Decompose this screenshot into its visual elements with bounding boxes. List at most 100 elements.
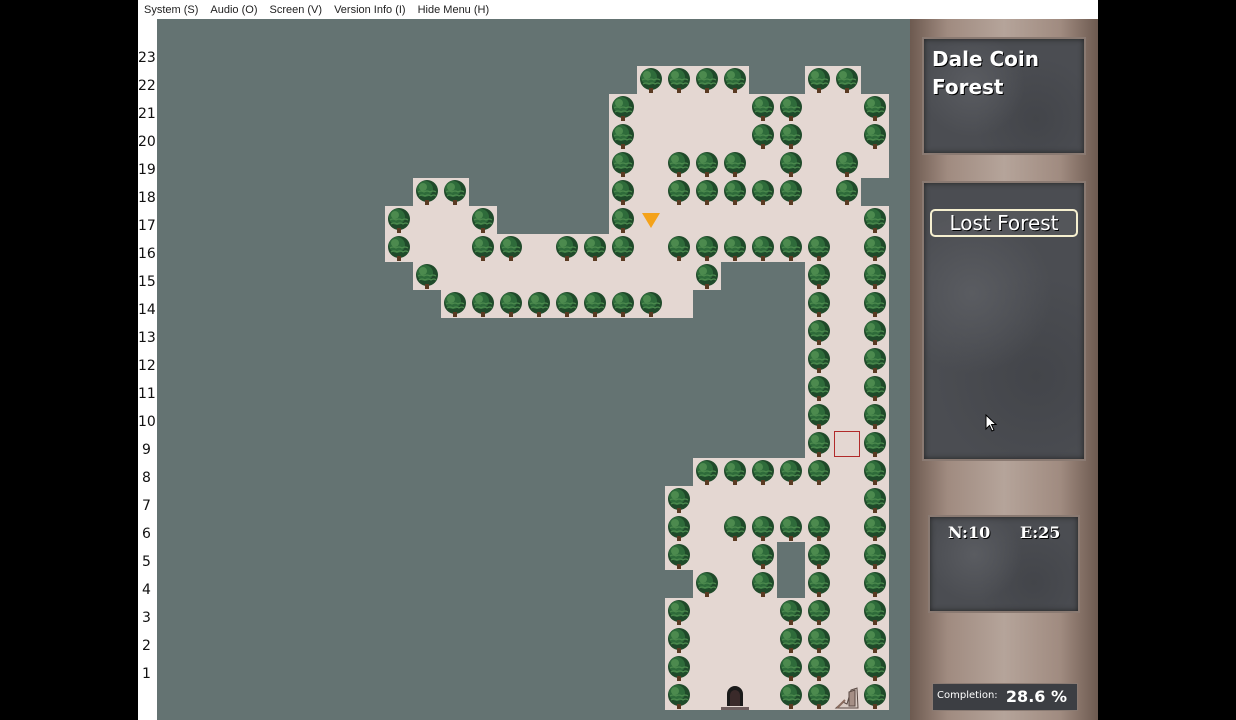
tree-icon <box>861 402 889 430</box>
tree-icon <box>525 290 553 318</box>
tree-icon <box>833 178 861 206</box>
tree-icon <box>665 542 693 570</box>
tree-icon <box>861 542 889 570</box>
area-name: Dale Coin Forest <box>932 47 1039 99</box>
tree-icon <box>721 234 749 262</box>
row-label: 16 <box>138 246 156 262</box>
tree-icon <box>805 542 833 570</box>
tree-icon <box>693 458 721 486</box>
tree-icon <box>777 514 805 542</box>
tree-icon <box>469 234 497 262</box>
row-label: 4 <box>142 582 151 598</box>
tree-icon <box>693 150 721 178</box>
floor-list-box: Lost Forest <box>922 181 1086 461</box>
menu-audio[interactable]: Audio (O) <box>204 4 263 16</box>
cursor-box[interactable] <box>834 431 860 457</box>
row-label: 13 <box>138 330 156 346</box>
tree-icon <box>609 290 637 318</box>
tree-icon <box>581 290 609 318</box>
row-label: 23 <box>138 50 156 66</box>
dungeon-map[interactable]: 23 22 21 20 19 18 17 16 15 14 13 12 11 10 9 8 7 6 5 4 3 2 1 <box>138 19 910 720</box>
tree-icon <box>497 234 525 262</box>
row-label: 20 <box>138 134 156 150</box>
tree-icon <box>609 94 637 122</box>
tree-icon <box>721 178 749 206</box>
north-coordinate: N:10 <box>948 523 991 542</box>
tree-icon <box>805 430 833 458</box>
tree-icon <box>749 542 777 570</box>
tree-icon <box>497 290 525 318</box>
menu-version-info[interactable]: Version Info (I) <box>328 4 412 16</box>
tree-icon <box>721 66 749 94</box>
tree-icon <box>441 178 469 206</box>
tree-icon <box>805 234 833 262</box>
tree-icon <box>665 598 693 626</box>
floor-tile <box>413 262 721 290</box>
tree-icon <box>721 458 749 486</box>
tree-icon <box>637 66 665 94</box>
tree-icon <box>861 262 889 290</box>
tree-icon <box>609 206 637 234</box>
tree-icon <box>553 234 581 262</box>
east-coordinate: E:25 <box>1020 523 1061 542</box>
row-label: 2 <box>142 638 151 654</box>
tree-icon <box>693 570 721 598</box>
floor-tile <box>665 486 889 514</box>
tree-icon <box>861 570 889 598</box>
tree-icon <box>861 486 889 514</box>
tree-icon <box>861 346 889 374</box>
menu-hide-menu[interactable]: Hide Menu (H) <box>412 4 496 16</box>
tree-icon <box>861 458 889 486</box>
tree-icon <box>665 654 693 682</box>
tree-icon <box>609 178 637 206</box>
area-name-box: Dale Coin Forest <box>922 37 1086 155</box>
completion-box: Completion: 28.6 % <box>932 683 1078 711</box>
tree-icon <box>385 234 413 262</box>
tree-icon <box>861 290 889 318</box>
tree-icon <box>805 654 833 682</box>
floor-button-lost-forest[interactable]: Lost Forest <box>930 209 1078 237</box>
tree-icon <box>721 150 749 178</box>
tree-icon <box>805 290 833 318</box>
stairs-icon <box>833 682 861 710</box>
tree-icon <box>469 206 497 234</box>
tree-icon <box>441 290 469 318</box>
tree-icon <box>805 66 833 94</box>
menu-system[interactable]: System (S) <box>138 4 204 16</box>
row-label: 11 <box>138 386 156 402</box>
tree-icon <box>469 290 497 318</box>
tree-icon <box>777 626 805 654</box>
tree-icon <box>861 514 889 542</box>
tree-icon <box>861 654 889 682</box>
tree-icon <box>805 570 833 598</box>
tree-icon <box>805 458 833 486</box>
tree-icon <box>861 122 889 150</box>
tree-icon <box>805 626 833 654</box>
tree-icon <box>553 290 581 318</box>
row-label: 15 <box>138 274 156 290</box>
tree-icon <box>861 682 889 710</box>
tree-icon <box>777 150 805 178</box>
row-label: 6 <box>142 526 151 542</box>
tree-icon <box>665 682 693 710</box>
tree-icon <box>413 178 441 206</box>
row-label: 21 <box>138 106 156 122</box>
tree-icon <box>861 626 889 654</box>
tree-icon <box>805 514 833 542</box>
tree-icon <box>637 290 665 318</box>
row-label: 3 <box>142 610 151 626</box>
row-label: 14 <box>138 302 156 318</box>
tree-icon <box>805 598 833 626</box>
tree-icon <box>749 94 777 122</box>
menu-screen[interactable]: Screen (V) <box>263 4 328 16</box>
tree-icon <box>749 570 777 598</box>
row-label: 18 <box>138 190 156 206</box>
row-label: 10 <box>138 414 156 430</box>
row-label: 12 <box>138 358 156 374</box>
tree-icon <box>693 178 721 206</box>
tree-icon <box>413 262 441 290</box>
completion-value: 28.6 % <box>1005 687 1067 706</box>
tree-icon <box>777 682 805 710</box>
tree-icon <box>777 178 805 206</box>
coordinates-box: N:10 E:25 <box>928 515 1080 613</box>
